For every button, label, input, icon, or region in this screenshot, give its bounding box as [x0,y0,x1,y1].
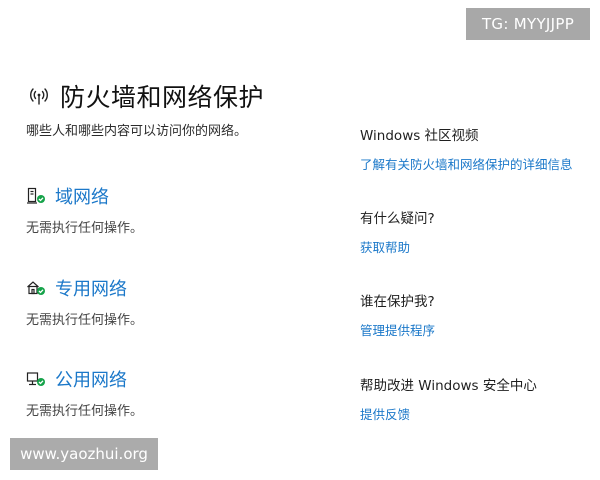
public-network-icon [26,370,46,388]
public-network-link[interactable]: 公用网络 [26,366,326,392]
network-item-public: 公用网络 无需执行任何操作。 [26,366,326,419]
wireless-signal-icon [26,83,52,109]
domain-network-label: 域网络 [55,187,109,208]
sidebar-section-protection: 谁在保护我? 管理提供程序 [360,290,592,339]
sidebar-heading-help: 有什么疑问? [360,211,435,227]
public-network-status: 无需执行任何操作。 [26,404,144,419]
sidebar-heading-protection: 谁在保护我? [360,294,435,310]
network-item-domain: 域网络 无需执行任何操作。 [26,183,326,236]
watermark-top: TG: MYYJJPP [466,8,590,40]
domain-network-icon [26,187,46,205]
private-network-label: 专用网络 [55,279,127,300]
manage-providers-link[interactable]: 管理提供程序 [360,320,592,339]
watermark-bottom: www.yaozhui.org [10,438,158,470]
private-network-status: 无需执行任何操作。 [26,313,144,328]
page-header: 防火墙和网络保护 [26,78,264,114]
domain-network-status: 无需执行任何操作。 [26,221,144,236]
private-network-link[interactable]: 专用网络 [26,275,326,301]
private-network-icon [26,279,46,297]
get-help-link[interactable]: 获取帮助 [360,237,592,256]
sidebar-section-community: Windows 社区视频 了解有关防火墙和网络保护的详细信息 [360,124,592,173]
domain-network-link[interactable]: 域网络 [26,183,326,209]
sidebar-section-feedback: 帮助改进 Windows 安全中心 提供反馈 [360,374,592,423]
sidebar-heading-feedback: 帮助改进 Windows 安全中心 [360,378,537,394]
give-feedback-link[interactable]: 提供反馈 [360,404,592,423]
page-title: 防火墙和网络保护 [60,83,265,112]
sidebar-heading-community: Windows 社区视频 [360,128,479,144]
public-network-label: 公用网络 [55,370,127,391]
page-subtitle: 哪些人和哪些内容可以访问你的网络。 [26,124,248,139]
learn-more-link[interactable]: 了解有关防火墙和网络保护的详细信息 [360,154,592,173]
sidebar-section-help: 有什么疑问? 获取帮助 [360,207,592,256]
network-item-private: 专用网络 无需执行任何操作。 [26,275,326,328]
